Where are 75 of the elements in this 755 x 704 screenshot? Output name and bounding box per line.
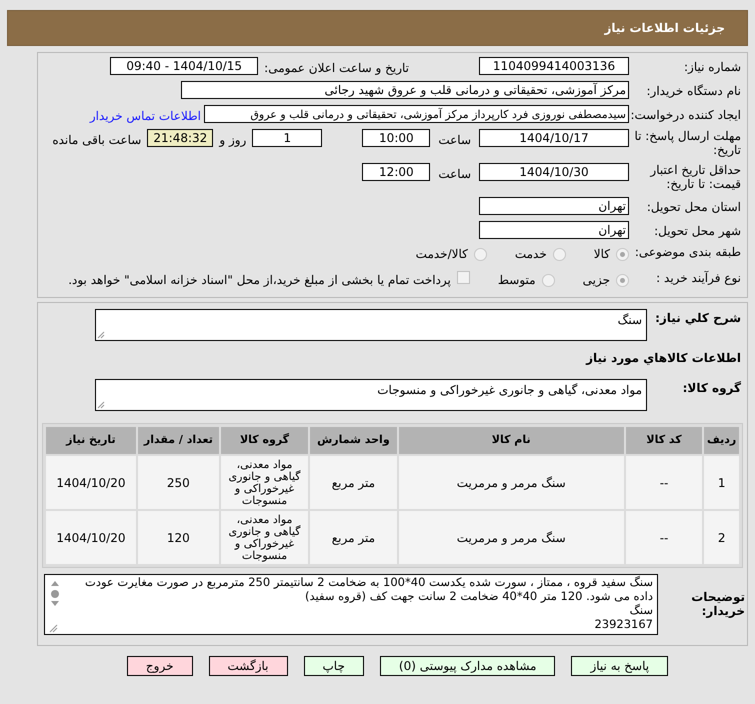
- text-area[interactable]: مواد معدنی، گیاهی و جانوری غیرخوراکی و منسوجات: [95, 379, 647, 411]
- field-value: سیدمصطفی نوروزی فرد کارپرداز مرکز آموزشی، تحقیقاتی و درمانی قلب و عروق: [204, 105, 629, 123]
- field-label: ایجاد کننده درخواست:: [629, 107, 742, 122]
- table-cell: 2: [704, 511, 739, 564]
- page-title: جزئیات اطلاعات نیاز: [604, 20, 725, 37]
- field-label: توضیحات خریدار:: [690, 589, 746, 618]
- remaining-time: 21:48:32: [147, 129, 214, 147]
- table-cell: سنگ مرمر و مرمریت: [398, 511, 624, 564]
- radio-button[interactable]: [542, 274, 555, 286]
- field-value: مرکز آموزشی، تحقیقاتی و درمانی قلب و عروق شهید رجائی: [181, 81, 629, 99]
- field-label: شهر محل تحویل:: [653, 223, 742, 238]
- column-header: تعداد / مقدار: [138, 427, 219, 454]
- radio-label: متوسط: [498, 272, 536, 289]
- radio-button[interactable]: [552, 248, 566, 260]
- resize-grip-icon: [97, 331, 105, 339]
- table-cell: 1404/10/20: [46, 456, 136, 509]
- table-cell: سنگ مرمر و مرمریت: [398, 456, 624, 509]
- contact-link[interactable]: اطلاعات تماس خریدار: [90, 105, 204, 125]
- action-button[interactable]: مشاهده مدارک پیوستی (0): [380, 656, 556, 676]
- radio-label: خدمت: [514, 246, 547, 263]
- field-label: شماره نیاز:: [683, 59, 742, 74]
- radio-label: کالا: [594, 246, 610, 263]
- column-header: کد کالا: [626, 427, 702, 454]
- days-field: 1: [252, 129, 322, 147]
- action-button[interactable]: خروج: [126, 656, 192, 676]
- radio-label: جزیی: [582, 272, 610, 289]
- date-field: 1404/10/17: [479, 129, 629, 147]
- radio-button[interactable]: [474, 248, 487, 260]
- column-header: ردیف: [704, 427, 739, 454]
- action-button[interactable]: بازگشت: [208, 656, 288, 676]
- field-label: استان محل تحویل:: [646, 199, 742, 214]
- table-cell: 1404/10/20: [46, 511, 136, 564]
- action-button[interactable]: چاپ: [304, 656, 364, 676]
- resize-grip-icon: [97, 401, 105, 409]
- table-cell: متر مربع: [310, 456, 397, 509]
- field-label: نام دستگاه خریدار:: [646, 83, 742, 98]
- table-cell: --: [626, 511, 702, 564]
- radio-label: کالا/خدمت: [416, 246, 468, 263]
- column-header: گروه کالا: [220, 427, 308, 454]
- text-area[interactable]: سنگ: [95, 309, 647, 341]
- field-label: نوع فرآیند خرید :: [655, 271, 742, 285]
- table-cell: 250: [138, 456, 219, 509]
- field-label: مهلت ارسال پاسخ: تا تاریخ:: [633, 129, 742, 157]
- table-cell: 120: [138, 511, 219, 564]
- column-header: تاریخ نیاز: [46, 427, 136, 454]
- action-button[interactable]: پاسخ به نیاز: [571, 656, 668, 676]
- section-heading: اطلاعات کالاهاي مورد نياز: [584, 350, 742, 367]
- field-value: 1404/10/15 - 09:40: [110, 57, 258, 75]
- table-cell: مواد معدنی، گیاهی و جانوری غیرخوراکی و منسوجات: [220, 511, 308, 564]
- table-cell: مواد معدنی، گیاهی و جانوری غیرخوراکی و منسوجات: [220, 456, 308, 509]
- column-header: نام کالا: [398, 427, 624, 454]
- field-value: تهران: [479, 197, 629, 215]
- table-cell: متر مربع: [310, 511, 397, 564]
- field-label: حداقل تاریخ اعتبار قیمت: تا تاریخ:: [648, 163, 742, 191]
- field-label: ساعت باقی مانده: [51, 132, 142, 149]
- field-label: روز و: [218, 132, 248, 149]
- time-field: 10:00: [362, 129, 430, 147]
- time-field: 12:00: [362, 163, 430, 181]
- checkbox-label: پرداخت تمام یا بخشی از مبلغ خرید،از محل "اسناد خزانه اسلامی" خواهد بود.: [68, 272, 451, 289]
- table-cell: --: [626, 456, 702, 509]
- field-label: شرح کلي نياز:: [654, 310, 742, 327]
- radio-button[interactable]: [616, 274, 629, 286]
- field-value: 1104099414003136: [479, 57, 629, 75]
- date-field: 1404/10/30: [479, 163, 629, 181]
- field-label: ساعت: [437, 166, 472, 183]
- field-label: تاریخ و ساعت اعلان عمومی:: [263, 60, 410, 77]
- field-label: ساعت: [437, 132, 472, 149]
- radio-button[interactable]: [616, 248, 629, 260]
- field-label: طبقه بندی موضوعی:: [634, 245, 742, 259]
- checkbox[interactable]: [456, 271, 470, 284]
- field-label: گروه کالا:: [682, 380, 742, 397]
- table-cell: 1: [704, 456, 739, 509]
- column-header: واحد شمارش: [310, 427, 397, 454]
- field-value: تهران: [479, 221, 629, 239]
- text-area[interactable]: سنگ سفید قروه ، ممتاز ، سورت شده یکدست 40*100 به ضخامت 2 سانتیمتر 250 مترمربع در صورت مغایرت عودت داده می شود. 120 متر 40*40 ضخامت 2 سانت جهت کف (قروه سفید) سنگ 23923167: [44, 574, 658, 635]
